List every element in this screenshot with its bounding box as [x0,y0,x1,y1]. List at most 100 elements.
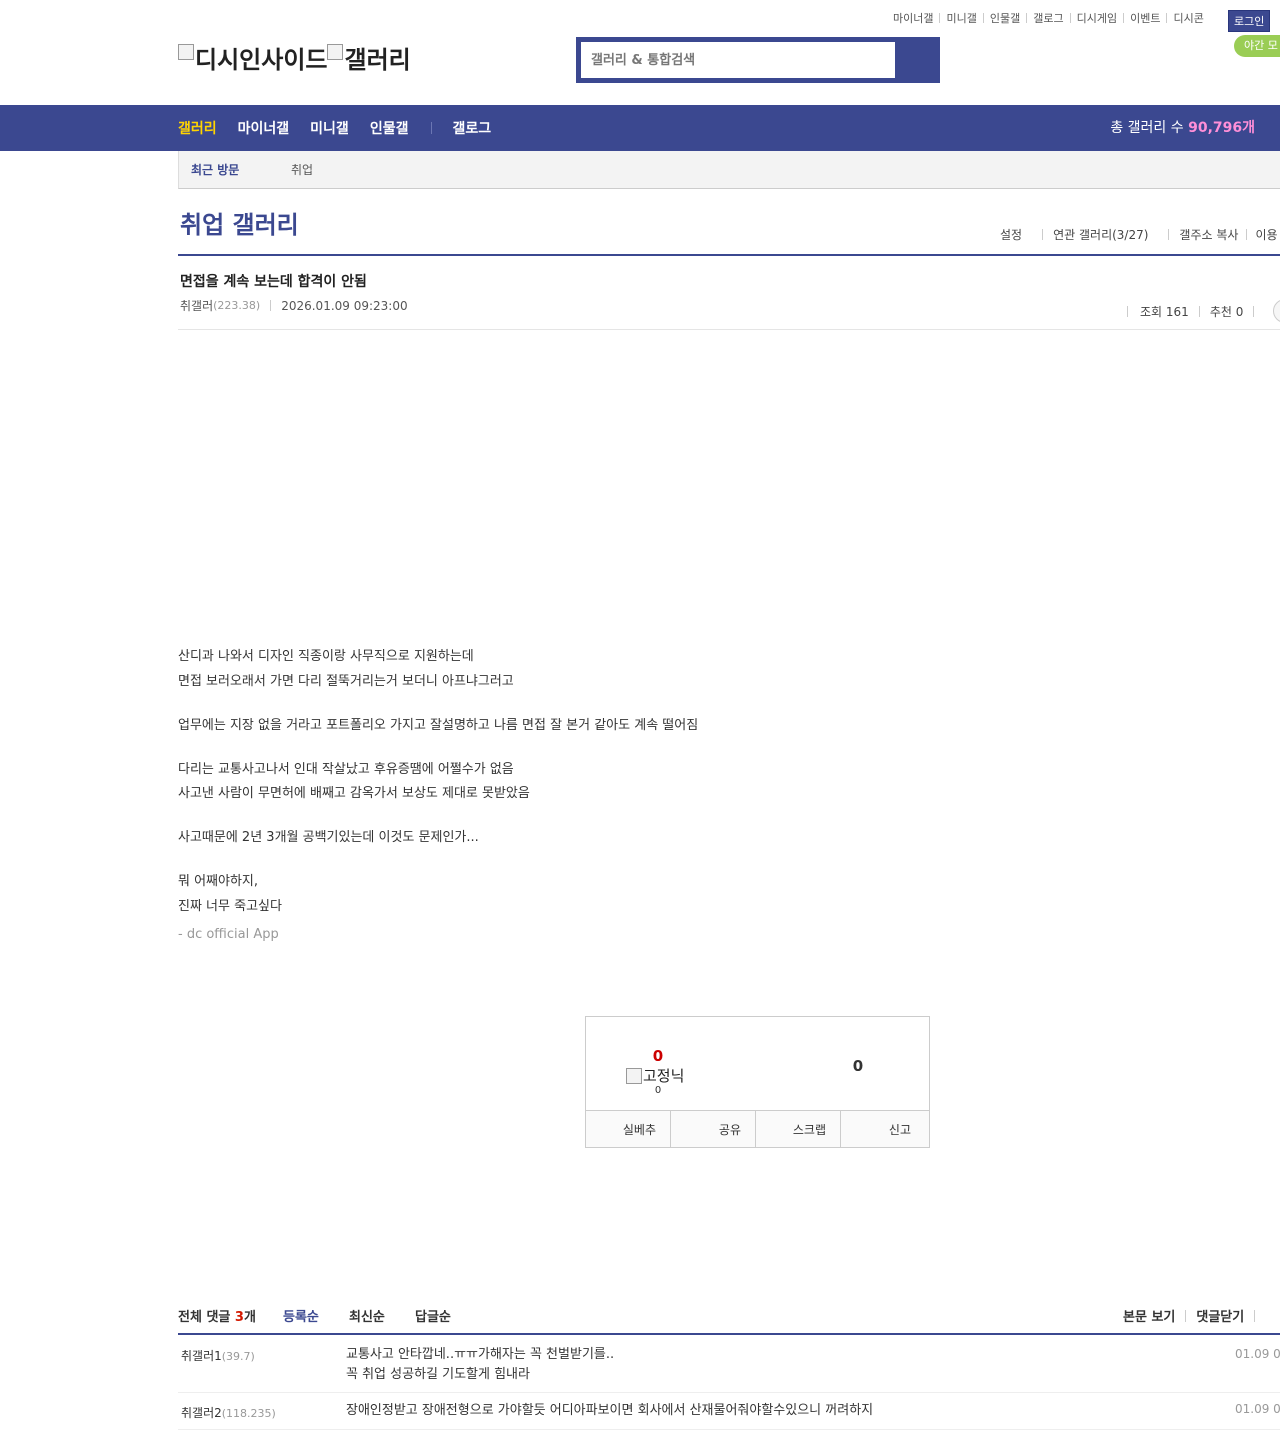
recent-visit-label[interactable]: 최근 방문 [191,151,239,189]
comment-header-actions: 본문 보기 댓글닫기 [1123,1306,1265,1325]
fixed-nick-count: 0 [654,1085,662,1096]
post-body-line: 면접 보러오래서 가면 다리 절뚝거리는거 보더니 아프냐그러고 [178,673,514,689]
recent-visit-item[interactable]: 취업 [291,151,313,189]
nav-items: 갤러리 마이너갤 미니갤 인물갤 갤로그 [178,105,512,151]
post-body-line: 진짜 너무 죽고싶다 [178,898,282,914]
total-label: 총 갤러리 수 [1110,120,1184,136]
divider [939,13,941,23]
login-button[interactable]: 로그인 [1228,10,1271,32]
nav-item-gallery[interactable]: 갤러리 [178,118,217,138]
search-box [576,37,940,83]
top-link-minor[interactable]: 마이너갤 [893,10,933,26]
divider [270,300,272,311]
gallery-title[interactable]: 취업 갤러리 [180,205,299,240]
divider [1042,229,1044,240]
nav-item-gallog[interactable]: 갤로그 [452,118,491,138]
nav-item-minor[interactable]: 마이너갤 [238,118,290,138]
comment-nick: 취갤러2 [181,1406,222,1420]
divider [1185,1309,1187,1322]
divider [1168,229,1170,240]
top-link-game[interactable]: 디시게임 [1077,10,1117,26]
comment-nick: 취갤러1 [181,1349,222,1363]
top-link-mini[interactable]: 미니갤 [946,10,976,26]
comment-ip: (118.235) [221,1407,276,1420]
comment-total-unit: 개 [243,1310,256,1325]
comment-author[interactable]: 취갤러1(39.7) [181,1347,255,1364]
upvote-count: 0 [652,1047,664,1065]
comment-total-label: 전체 댓글 [178,1310,231,1325]
post-body-line: 다리는 교통사고나서 인대 작살났고 후유증땜에 어쩔수가 없음 [178,761,514,777]
post-body-line: 뭐 어째야하지, [178,874,259,889]
share-button[interactable]: 공유 [671,1111,756,1147]
divider [1069,13,1071,23]
logo-site-text: 디시인사이드 [195,46,328,74]
search-input[interactable] [581,42,895,78]
related-gallery-link[interactable]: 연관 갤러리(3/27) [1053,226,1148,243]
top-link-gallog[interactable]: 갤로그 [1033,10,1063,26]
divider [178,254,1280,256]
scrap-button[interactable]: 스크랩 [756,1111,841,1147]
top-link-person[interactable]: 인물갤 [990,10,1020,26]
divider [178,329,1280,330]
fixed-nick-label: 고정닉 [643,1067,685,1085]
divider [1123,13,1125,23]
top-link-dccon[interactable]: 디시콘 [1173,10,1203,26]
fixed-nick-upvote[interactable]: 고정닉 [626,1065,684,1086]
usage-link[interactable]: 이용 [1255,226,1277,243]
post-datetime: 2026.01.09 09:23:00 [281,298,408,313]
broken-image-icon [327,43,344,60]
total-gallery-count: 총 갤러리 수 90,796개 [1110,105,1255,151]
top-utility-links: 마이너갤 미니갤 인물갤 갤로그 디시게임 이벤트 디시콘 [893,10,1204,26]
divider [1246,229,1248,240]
divider [1166,13,1168,23]
broken-image-icon [178,43,194,60]
sort-replies[interactable]: 답글순 [415,1306,451,1325]
comment-row: 취갤러2(118.235) 장애인정받고 장애전형으로 가야할듯 어디아파보이면… [178,1393,1280,1430]
downvote-count: 0 [852,1057,864,1075]
sort-registered[interactable]: 등록순 [283,1306,319,1325]
broken-image-icon [626,1067,642,1084]
comment-shortcut-icon[interactable] [1273,299,1280,323]
comment-total-count: 3 [234,1310,244,1325]
post-body-line: 업무에는 지장 없을 거라고 포트폴리오 가지고 잘설명하고 나름 면접 잘 본… [178,717,699,733]
post-author[interactable]: 취갤러 [180,297,213,314]
main-nav: 갤러리 마이너갤 미니갤 인물갤 갤로그 총 갤러리 수 90,796개 [0,105,1280,151]
view-body-button[interactable]: 본문 보기 [1123,1306,1175,1325]
recent-visit-bar: 최근 방문 취업 [178,151,1280,189]
settings-link[interactable]: 설정 [1000,226,1022,243]
comment-line: 교통사고 안타깝네..ㅠㅠ가해자는 꼭 천벌받기를.. [346,1347,615,1362]
best-recommend-button[interactable]: 실베추 [586,1111,671,1147]
site-logo[interactable]: 디시인사이드 갤러리 [178,40,411,75]
post-recommend: 추천 0 [1209,304,1244,319]
comment-row: 취갤러1(39.7) 교통사고 안타깝네..ㅠㅠ가해자는 꼭 천벌받기를.. 꼭… [178,1335,1280,1393]
comment-text: 장애인정받고 장애전형으로 가야할듯 어디아파보이면 회사에서 산재물어줘야할수… [346,1401,873,1421]
sort-latest[interactable]: 최신순 [349,1306,385,1325]
post-body-line: 산디과 나와서 디자인 직종이랑 사무직으로 지원하는데 [178,649,474,664]
recommend-box: 0 고정닉 0 0 실베추 공유 스크랩 신고 [585,1016,930,1148]
total-count: 90,796개 [1188,120,1255,136]
comment-date: 01.09 09 [1235,1402,1280,1416]
comment-date: 01.09 09 [1235,1347,1280,1361]
comment-author[interactable]: 취갤러2(118.235) [181,1404,276,1421]
night-mode-toggle[interactable]: 야간 모 [1234,35,1280,57]
app-signature: - dc official App [178,927,279,942]
top-link-event[interactable]: 이벤트 [1130,10,1160,26]
report-button[interactable]: 신고 [841,1111,929,1147]
search-button[interactable] [896,37,940,83]
logo-gallery-text: 갤러리 [344,46,411,74]
post-author-ip: (223.38) [213,299,261,312]
recommend-actions: 실베추 공유 스크랩 신고 [586,1110,929,1147]
copy-address-link[interactable]: 갤주소 복사 [1179,226,1238,243]
post-title: 면접을 계속 보는데 합격이 안됨 [180,274,367,290]
nav-item-mini[interactable]: 미니갤 [310,118,349,138]
nav-item-person[interactable]: 인물갤 [370,118,409,138]
post-meta: 취갤러 (223.38) 2026.01.09 09:23:00 [180,297,408,314]
comment-ip: (39.7) [221,1350,255,1363]
comment-line: 꼭 취업 성공하길 기도할게 힘내라 [346,1367,530,1382]
post-body-line: 사고때문에 2년 3개월 공백기있는데 이것도 문제인가... [178,830,479,845]
post-views: 조회 161 [1140,304,1189,319]
comment-text: 교통사고 안타깝네..ㅠㅠ가해자는 꼭 천벌받기를.. 꼭 취업 성공하길 기도… [346,1345,614,1385]
close-comments-button[interactable]: 댓글닫기 [1196,1306,1244,1325]
